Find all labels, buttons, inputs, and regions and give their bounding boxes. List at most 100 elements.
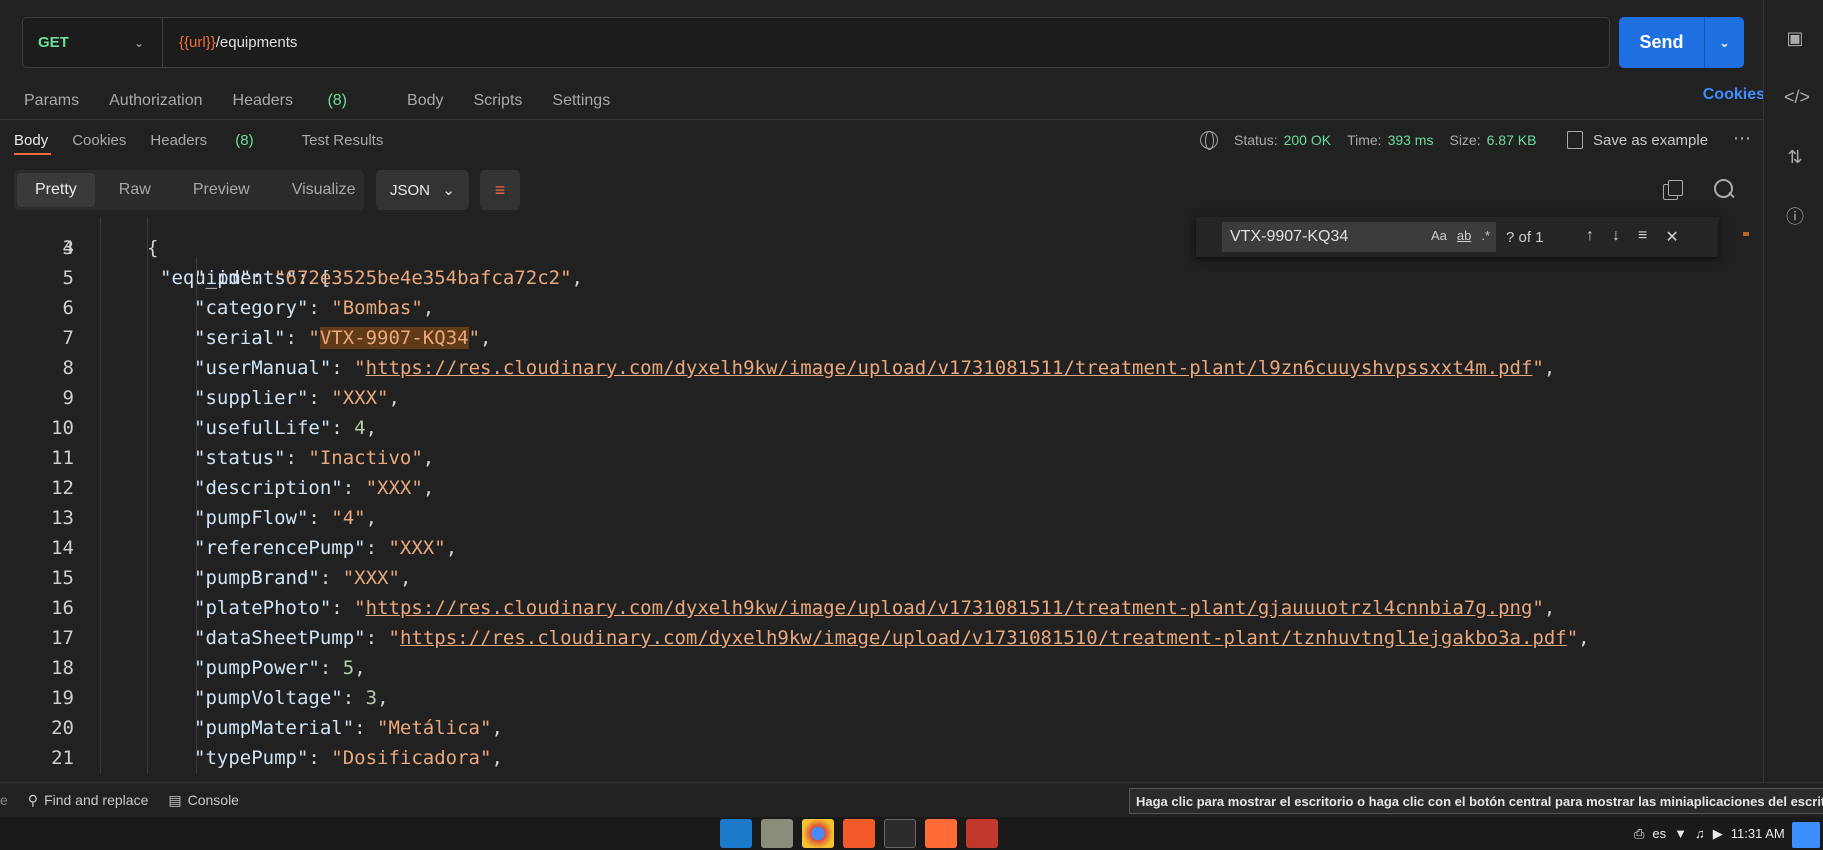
tab-scripts[interactable]: Scripts bbox=[473, 92, 522, 110]
response-tab-cookies[interactable]: Cookies bbox=[72, 132, 126, 149]
chrome-icon[interactable] bbox=[802, 819, 834, 848]
response-tab-test-results[interactable]: Test Results bbox=[302, 132, 384, 149]
match-case-icon[interactable]: Aa bbox=[1431, 228, 1447, 243]
wifi-icon[interactable]: ▼ bbox=[1674, 826, 1687, 841]
code-text: "dataSheetPump": "https://res.cloudinary… bbox=[194, 623, 1590, 653]
code-token: " bbox=[1532, 597, 1544, 619]
code-token: " bbox=[354, 357, 366, 379]
code-text: "referencePump": "XXX", bbox=[194, 533, 457, 563]
line-number: 16 bbox=[51, 597, 74, 619]
find-input[interactable]: VTX-9907-KQ34 Aa ab .* bbox=[1222, 222, 1496, 252]
response-body-editor[interactable]: 3 "equipments": [ 4{5 "_id": "672e3525be4… bbox=[0, 217, 1740, 773]
line-number: 6 bbox=[62, 297, 74, 319]
wrap-lines-button[interactable]: ≡ bbox=[480, 170, 520, 210]
code-token: "platePhoto" bbox=[194, 597, 332, 619]
code-line: 13 "pumpFlow": "4", bbox=[0, 503, 1740, 533]
brave-icon[interactable] bbox=[843, 819, 875, 848]
code-token: , bbox=[422, 297, 435, 319]
url-bar: GET ⌄ {{url}}/equipments bbox=[22, 17, 1610, 68]
cookies-link[interactable]: Cookies bbox=[1703, 86, 1765, 104]
code-icon[interactable]: </> bbox=[1784, 86, 1810, 108]
tab-headers-label: Headers bbox=[232, 92, 293, 109]
response-tab-body[interactable]: Body bbox=[14, 132, 48, 149]
format-raw[interactable]: Raw bbox=[101, 173, 169, 207]
code-token: "Metálica" bbox=[377, 717, 492, 739]
music-icon[interactable]: ♫ bbox=[1695, 826, 1705, 841]
postman-icon[interactable] bbox=[925, 819, 957, 848]
clock[interactable]: 11:31 AM bbox=[1731, 826, 1785, 841]
show-desktop-button[interactable] bbox=[1792, 822, 1820, 848]
code-token: , bbox=[491, 717, 503, 739]
url-link[interactable]: https://res.cloudinary.com/dyxelh9kw/ima… bbox=[366, 357, 1533, 379]
code-line: 19 "pumpVoltage": 3, bbox=[0, 683, 1740, 713]
response-tab-headers[interactable]: Headers (8) bbox=[150, 132, 277, 149]
globe-icon[interactable] bbox=[1200, 131, 1218, 150]
arrow-down-icon[interactable]: ↓ bbox=[1612, 227, 1620, 247]
code-text: "platePhoto": "https://res.cloudinary.co… bbox=[194, 593, 1555, 623]
url-link[interactable]: https://res.cloudinary.com/dyxelh9kw/ima… bbox=[400, 627, 1567, 649]
wrap-lines-icon: ≡ bbox=[494, 179, 506, 200]
console-button[interactable]: ▤ Console bbox=[168, 792, 239, 809]
system-monitor-icon[interactable] bbox=[966, 819, 998, 848]
code-token: " bbox=[1532, 357, 1544, 379]
tab-settings[interactable]: Settings bbox=[552, 92, 610, 110]
code-text: "pumpFlow": "4", bbox=[194, 503, 377, 533]
code-token: "description" bbox=[194, 477, 343, 499]
code-token: , bbox=[422, 447, 435, 469]
arrow-up-icon[interactable]: ↑ bbox=[1586, 227, 1594, 247]
code-token: "XXX" bbox=[331, 387, 389, 409]
status-value[interactable]: 200 OK bbox=[1284, 132, 1331, 148]
whole-word-icon[interactable]: ab bbox=[1457, 228, 1471, 243]
send-dropdown-chevron-icon[interactable]: ⌄ bbox=[1704, 17, 1744, 68]
code-token: { bbox=[147, 237, 159, 259]
find-in-selection-icon[interactable]: ≡ bbox=[1638, 227, 1647, 247]
keyboard-layout[interactable]: es bbox=[1652, 826, 1666, 841]
file-manager-icon[interactable] bbox=[761, 819, 793, 848]
line-number: 13 bbox=[51, 507, 74, 529]
search-icon[interactable] bbox=[1714, 179, 1736, 201]
code-token: " bbox=[468, 327, 481, 349]
comments-icon[interactable]: ▣ bbox=[1784, 27, 1806, 49]
find-widget: VTX-9907-KQ34 Aa ab .* ? of 1 ↑ ↓ ≡ ✕ bbox=[1196, 217, 1718, 257]
find-and-replace-button[interactable]: ⚲ Find and replace bbox=[28, 792, 149, 809]
regex-icon[interactable]: .* bbox=[1481, 228, 1490, 243]
related-requests-icon[interactable]: ⇅ bbox=[1784, 146, 1806, 168]
code-line: 14 "referencePump": "XXX", bbox=[0, 533, 1740, 563]
code-token: "serial" bbox=[194, 327, 286, 349]
method-label: GET bbox=[38, 34, 69, 51]
url-variable: {{url}} bbox=[179, 34, 216, 51]
size-value[interactable]: 6.87 KB bbox=[1487, 132, 1537, 148]
language-select[interactable]: JSON ⌄ bbox=[376, 170, 469, 210]
line-number: 11 bbox=[51, 447, 74, 469]
format-visualize[interactable]: Visualize bbox=[274, 173, 374, 207]
printer-icon[interactable]: ⎙ bbox=[1634, 826, 1644, 842]
save-as-example-button[interactable]: Save as example bbox=[1567, 128, 1708, 152]
save-icon bbox=[1567, 131, 1583, 149]
volume-icon[interactable]: ▶ bbox=[1713, 826, 1723, 842]
statusbar-edge-icon: e bbox=[0, 792, 8, 808]
close-icon[interactable]: ✕ bbox=[1665, 227, 1678, 247]
more-options-icon[interactable]: ⋯ bbox=[1733, 128, 1752, 149]
format-preview[interactable]: Preview bbox=[175, 173, 268, 207]
code-line: 11 "status": "Inactivo", bbox=[0, 443, 1740, 473]
copy-icon[interactable] bbox=[1663, 180, 1683, 200]
terminal-icon[interactable] bbox=[884, 819, 916, 848]
vscode-icon[interactable] bbox=[720, 819, 752, 848]
code-token: , bbox=[377, 687, 389, 709]
url-link[interactable]: https://res.cloudinary.com/dyxelh9kw/ima… bbox=[366, 597, 1533, 619]
tab-params[interactable]: Params bbox=[24, 92, 79, 110]
format-pretty[interactable]: Pretty bbox=[17, 173, 95, 207]
tab-headers[interactable]: Headers (8) bbox=[233, 92, 378, 110]
tab-authorization[interactable]: Authorization bbox=[109, 92, 202, 110]
code-token: 5 bbox=[342, 657, 355, 679]
line-number: 20 bbox=[51, 717, 74, 739]
send-button[interactable]: Send ⌄ bbox=[1619, 17, 1744, 68]
method-select[interactable]: GET ⌄ bbox=[23, 18, 163, 67]
tab-body[interactable]: Body bbox=[407, 92, 443, 110]
time-value[interactable]: 393 ms bbox=[1388, 132, 1434, 148]
response-headers-count: (8) bbox=[235, 131, 254, 149]
url-input[interactable]: {{url}}/equipments bbox=[163, 34, 297, 51]
code-line: 20 "pumpMaterial": "Metálica", bbox=[0, 713, 1740, 743]
info-icon[interactable]: ⓘ bbox=[1784, 206, 1806, 228]
code-token: " bbox=[354, 597, 366, 619]
